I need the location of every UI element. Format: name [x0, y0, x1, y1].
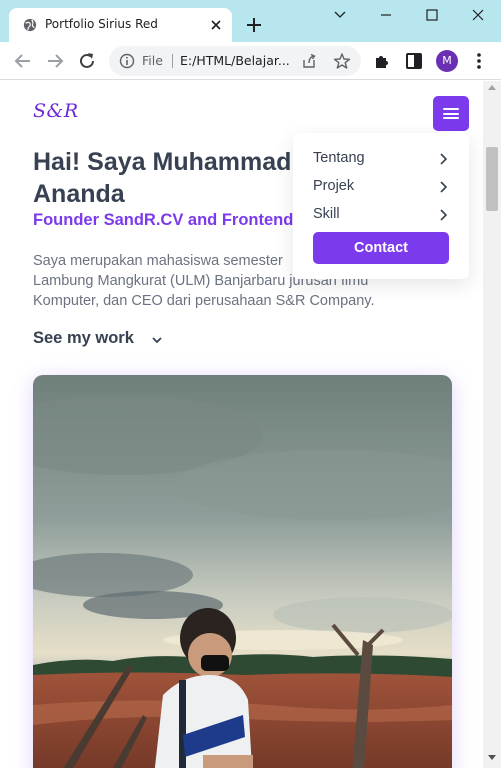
profile-photo-image [33, 375, 452, 768]
new-tab-icon[interactable] [244, 15, 264, 35]
chevron-right-icon [440, 209, 447, 221]
menu-item-tentang[interactable]: Tentang [313, 147, 449, 171]
menu-toggle-button[interactable] [433, 96, 469, 131]
browser-toolbar: File E:/HTML/Belajar... M [0, 42, 501, 80]
globe-icon [23, 18, 37, 32]
scroll-down-arrow-icon[interactable] [488, 755, 496, 760]
omnibox-divider [172, 54, 173, 68]
back-arrow-icon[interactable] [12, 50, 34, 72]
share-icon[interactable] [301, 53, 317, 69]
hero-subtitle: Founder SandR.CV and Frontend [33, 211, 294, 229]
nav-dropdown-menu: Tentang Projek Skill Contact [293, 133, 469, 279]
scroll-up-arrow-icon[interactable] [488, 85, 496, 90]
hamburger-icon-line [443, 117, 459, 119]
menu-item-label: Tentang [313, 150, 365, 166]
extensions-puzzle-icon[interactable] [371, 50, 393, 72]
side-panel-icon[interactable] [403, 50, 425, 72]
see-my-work-link[interactable]: See my work [33, 329, 134, 348]
address-bar[interactable]: File E:/HTML/Belajar... [109, 46, 361, 76]
profile-avatar[interactable]: M [436, 50, 458, 72]
reload-icon[interactable] [76, 50, 98, 72]
maximize-icon[interactable] [419, 5, 445, 25]
tab-title: Portfolio Sirius Red [45, 17, 158, 31]
minimize-icon[interactable] [373, 5, 399, 25]
menu-item-skill[interactable]: Skill [313, 203, 449, 227]
info-icon[interactable] [119, 53, 135, 69]
profile-photo [33, 375, 452, 768]
window-close-icon[interactable] [465, 5, 491, 25]
menu-item-label: Projek [313, 178, 355, 194]
hamburger-icon-line [443, 112, 459, 115]
browser-tab[interactable]: Portfolio Sirius Red [9, 8, 232, 42]
site-logo[interactable]: S&R [33, 100, 79, 122]
url-text[interactable]: E:/HTML/Belajar... [180, 53, 292, 68]
hamburger-icon [443, 108, 459, 110]
chevron-right-icon [440, 153, 447, 165]
chevron-down-icon[interactable] [327, 5, 353, 25]
description-line: Komputer, dan CEO dari perusahaan S&R Co… [33, 293, 375, 309]
menu-item-label: Skill [313, 206, 340, 222]
star-icon[interactable] [333, 52, 351, 70]
forward-arrow-icon[interactable] [44, 50, 66, 72]
menu-item-projek[interactable]: Projek [313, 175, 449, 199]
scheme-label: File [142, 53, 163, 68]
close-icon[interactable] [207, 16, 225, 34]
chevron-down-icon[interactable] [151, 335, 163, 345]
contact-button[interactable]: Contact [313, 232, 449, 264]
chevron-right-icon [440, 181, 447, 193]
scrollbar-thumb[interactable] [486, 147, 498, 211]
page-viewport: S&R Hai! Saya Muhammad Ananda Founder Sa… [0, 81, 483, 768]
more-menu-icon[interactable] [468, 50, 490, 72]
page-scrollbar[interactable] [483, 81, 501, 768]
browser-titlebar: Portfolio Sirius Red [0, 0, 501, 42]
